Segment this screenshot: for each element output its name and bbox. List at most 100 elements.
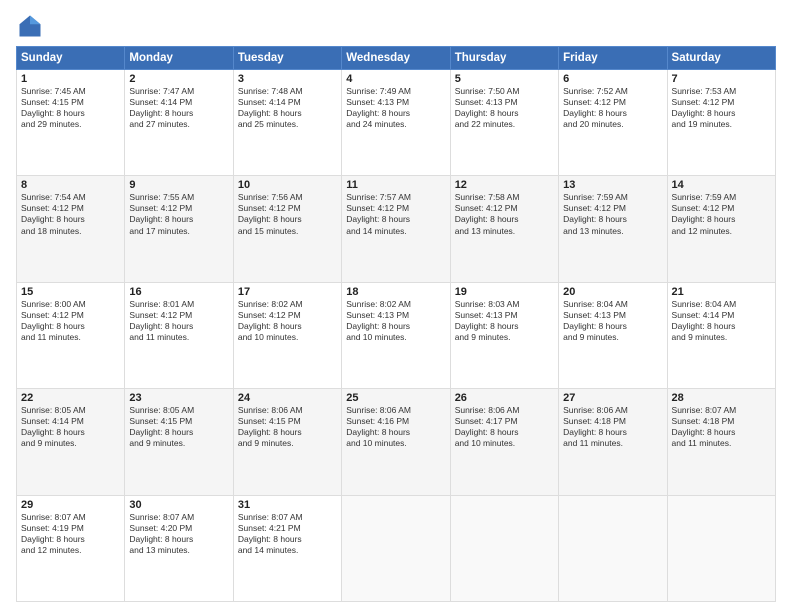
- day-info: Sunrise: 8:05 AM Sunset: 4:14 PM Dayligh…: [21, 405, 120, 449]
- calendar-cell: 21Sunrise: 8:04 AM Sunset: 4:14 PM Dayli…: [667, 282, 775, 388]
- day-info: Sunrise: 7:45 AM Sunset: 4:15 PM Dayligh…: [21, 86, 120, 130]
- day-info: Sunrise: 8:06 AM Sunset: 4:16 PM Dayligh…: [346, 405, 445, 449]
- day-number: 15: [21, 286, 120, 298]
- day-number: 2: [129, 73, 228, 85]
- calendar-cell: [667, 495, 775, 601]
- calendar-cell: 14Sunrise: 7:59 AM Sunset: 4:12 PM Dayli…: [667, 176, 775, 282]
- calendar-cell: 4Sunrise: 7:49 AM Sunset: 4:13 PM Daylig…: [342, 70, 450, 176]
- calendar-cell: 15Sunrise: 8:00 AM Sunset: 4:12 PM Dayli…: [17, 282, 125, 388]
- weekday-header-tuesday: Tuesday: [233, 47, 341, 70]
- day-number: 7: [672, 73, 771, 85]
- day-number: 10: [238, 179, 337, 191]
- day-number: 9: [129, 179, 228, 191]
- calendar-cell: 13Sunrise: 7:59 AM Sunset: 4:12 PM Dayli…: [559, 176, 667, 282]
- day-number: 17: [238, 286, 337, 298]
- calendar-cell: 20Sunrise: 8:04 AM Sunset: 4:13 PM Dayli…: [559, 282, 667, 388]
- day-number: 14: [672, 179, 771, 191]
- header: [16, 12, 776, 40]
- calendar-cell: 3Sunrise: 7:48 AM Sunset: 4:14 PM Daylig…: [233, 70, 341, 176]
- page: SundayMondayTuesdayWednesdayThursdayFrid…: [0, 0, 792, 612]
- day-info: Sunrise: 7:54 AM Sunset: 4:12 PM Dayligh…: [21, 192, 120, 236]
- weekday-header-monday: Monday: [125, 47, 233, 70]
- day-number: 27: [563, 392, 662, 404]
- day-number: 8: [21, 179, 120, 191]
- day-number: 24: [238, 392, 337, 404]
- calendar-week-2: 8Sunrise: 7:54 AM Sunset: 4:12 PM Daylig…: [17, 176, 776, 282]
- day-info: Sunrise: 7:48 AM Sunset: 4:14 PM Dayligh…: [238, 86, 337, 130]
- day-number: 30: [129, 499, 228, 511]
- calendar-cell: 12Sunrise: 7:58 AM Sunset: 4:12 PM Dayli…: [450, 176, 558, 282]
- day-info: Sunrise: 7:52 AM Sunset: 4:12 PM Dayligh…: [563, 86, 662, 130]
- day-number: 1: [21, 73, 120, 85]
- calendar-cell: 19Sunrise: 8:03 AM Sunset: 4:13 PM Dayli…: [450, 282, 558, 388]
- day-info: Sunrise: 8:02 AM Sunset: 4:13 PM Dayligh…: [346, 299, 445, 343]
- calendar-cell: 16Sunrise: 8:01 AM Sunset: 4:12 PM Dayli…: [125, 282, 233, 388]
- calendar-cell: 10Sunrise: 7:56 AM Sunset: 4:12 PM Dayli…: [233, 176, 341, 282]
- day-number: 31: [238, 499, 337, 511]
- calendar-cell: 5Sunrise: 7:50 AM Sunset: 4:13 PM Daylig…: [450, 70, 558, 176]
- day-info: Sunrise: 8:04 AM Sunset: 4:14 PM Dayligh…: [672, 299, 771, 343]
- calendar-cell: 17Sunrise: 8:02 AM Sunset: 4:12 PM Dayli…: [233, 282, 341, 388]
- calendar-header-row: SundayMondayTuesdayWednesdayThursdayFrid…: [17, 47, 776, 70]
- day-info: Sunrise: 8:06 AM Sunset: 4:17 PM Dayligh…: [455, 405, 554, 449]
- calendar-cell: 31Sunrise: 8:07 AM Sunset: 4:21 PM Dayli…: [233, 495, 341, 601]
- day-number: 12: [455, 179, 554, 191]
- calendar-cell: 18Sunrise: 8:02 AM Sunset: 4:13 PM Dayli…: [342, 282, 450, 388]
- calendar-cell: 2Sunrise: 7:47 AM Sunset: 4:14 PM Daylig…: [125, 70, 233, 176]
- day-info: Sunrise: 7:56 AM Sunset: 4:12 PM Dayligh…: [238, 192, 337, 236]
- day-number: 26: [455, 392, 554, 404]
- day-info: Sunrise: 8:02 AM Sunset: 4:12 PM Dayligh…: [238, 299, 337, 343]
- logo: [16, 12, 48, 40]
- day-info: Sunrise: 8:07 AM Sunset: 4:20 PM Dayligh…: [129, 512, 228, 556]
- weekday-header-thursday: Thursday: [450, 47, 558, 70]
- day-info: Sunrise: 8:04 AM Sunset: 4:13 PM Dayligh…: [563, 299, 662, 343]
- day-info: Sunrise: 8:07 AM Sunset: 4:19 PM Dayligh…: [21, 512, 120, 556]
- calendar-table: SundayMondayTuesdayWednesdayThursdayFrid…: [16, 46, 776, 602]
- calendar-cell: 23Sunrise: 8:05 AM Sunset: 4:15 PM Dayli…: [125, 389, 233, 495]
- calendar-cell: 7Sunrise: 7:53 AM Sunset: 4:12 PM Daylig…: [667, 70, 775, 176]
- calendar-week-5: 29Sunrise: 8:07 AM Sunset: 4:19 PM Dayli…: [17, 495, 776, 601]
- day-number: 29: [21, 499, 120, 511]
- day-number: 6: [563, 73, 662, 85]
- calendar-cell: 6Sunrise: 7:52 AM Sunset: 4:12 PM Daylig…: [559, 70, 667, 176]
- day-info: Sunrise: 7:57 AM Sunset: 4:12 PM Dayligh…: [346, 192, 445, 236]
- calendar-cell: 11Sunrise: 7:57 AM Sunset: 4:12 PM Dayli…: [342, 176, 450, 282]
- weekday-header-sunday: Sunday: [17, 47, 125, 70]
- day-number: 16: [129, 286, 228, 298]
- day-number: 25: [346, 392, 445, 404]
- day-number: 4: [346, 73, 445, 85]
- calendar-cell: 22Sunrise: 8:05 AM Sunset: 4:14 PM Dayli…: [17, 389, 125, 495]
- day-info: Sunrise: 7:53 AM Sunset: 4:12 PM Dayligh…: [672, 86, 771, 130]
- day-info: Sunrise: 7:49 AM Sunset: 4:13 PM Dayligh…: [346, 86, 445, 130]
- day-info: Sunrise: 7:50 AM Sunset: 4:13 PM Dayligh…: [455, 86, 554, 130]
- calendar-cell: 28Sunrise: 8:07 AM Sunset: 4:18 PM Dayli…: [667, 389, 775, 495]
- calendar-cell: 29Sunrise: 8:07 AM Sunset: 4:19 PM Dayli…: [17, 495, 125, 601]
- weekday-header-wednesday: Wednesday: [342, 47, 450, 70]
- calendar-cell: 26Sunrise: 8:06 AM Sunset: 4:17 PM Dayli…: [450, 389, 558, 495]
- day-info: Sunrise: 7:47 AM Sunset: 4:14 PM Dayligh…: [129, 86, 228, 130]
- day-number: 23: [129, 392, 228, 404]
- weekday-header-friday: Friday: [559, 47, 667, 70]
- day-info: Sunrise: 8:05 AM Sunset: 4:15 PM Dayligh…: [129, 405, 228, 449]
- day-info: Sunrise: 8:03 AM Sunset: 4:13 PM Dayligh…: [455, 299, 554, 343]
- calendar-week-3: 15Sunrise: 8:00 AM Sunset: 4:12 PM Dayli…: [17, 282, 776, 388]
- day-info: Sunrise: 8:07 AM Sunset: 4:21 PM Dayligh…: [238, 512, 337, 556]
- day-number: 19: [455, 286, 554, 298]
- day-info: Sunrise: 8:06 AM Sunset: 4:18 PM Dayligh…: [563, 405, 662, 449]
- calendar-cell: 25Sunrise: 8:06 AM Sunset: 4:16 PM Dayli…: [342, 389, 450, 495]
- day-info: Sunrise: 8:01 AM Sunset: 4:12 PM Dayligh…: [129, 299, 228, 343]
- day-info: Sunrise: 8:00 AM Sunset: 4:12 PM Dayligh…: [21, 299, 120, 343]
- calendar-cell: 30Sunrise: 8:07 AM Sunset: 4:20 PM Dayli…: [125, 495, 233, 601]
- calendar-week-4: 22Sunrise: 8:05 AM Sunset: 4:14 PM Dayli…: [17, 389, 776, 495]
- calendar-week-1: 1Sunrise: 7:45 AM Sunset: 4:15 PM Daylig…: [17, 70, 776, 176]
- calendar-cell: [450, 495, 558, 601]
- logo-icon: [16, 12, 44, 40]
- day-info: Sunrise: 8:06 AM Sunset: 4:15 PM Dayligh…: [238, 405, 337, 449]
- day-info: Sunrise: 8:07 AM Sunset: 4:18 PM Dayligh…: [672, 405, 771, 449]
- day-info: Sunrise: 7:55 AM Sunset: 4:12 PM Dayligh…: [129, 192, 228, 236]
- day-number: 22: [21, 392, 120, 404]
- day-info: Sunrise: 7:59 AM Sunset: 4:12 PM Dayligh…: [563, 192, 662, 236]
- day-info: Sunrise: 7:59 AM Sunset: 4:12 PM Dayligh…: [672, 192, 771, 236]
- calendar-cell: [342, 495, 450, 601]
- day-number: 20: [563, 286, 662, 298]
